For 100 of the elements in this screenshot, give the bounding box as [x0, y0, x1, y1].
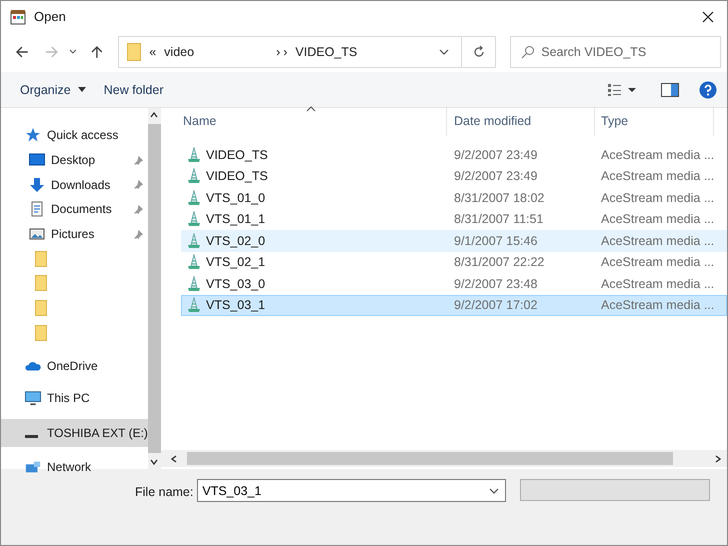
folder-icon: [127, 43, 142, 61]
table-cell-text: 9/2/2007 23:49: [453, 169, 538, 184]
sidebar-item[interactable]: This PC: [1, 386, 148, 411]
sidebar-item[interactable]: Pictures: [1, 222, 148, 246]
file-name: VTS_01_0: [206, 190, 266, 205]
file-row[interactable]: VTS_02_0 9/1/2007 15:46 AceStream media ...: [181, 230, 727, 252]
sidebar-label: Pictures: [51, 227, 94, 242]
table-cell-text: 9/2/2007 23:49: [453, 148, 538, 162]
table-cell-text: 8/31/2007 22:22: [453, 255, 546, 270]
chevron-down-icon[interactable]: [68, 48, 76, 56]
caret-icon: [78, 87, 86, 92]
view-options-icon[interactable]: [607, 82, 637, 96]
sidebar-label: Desktop: [51, 153, 96, 168]
table-cell-text: 8/31/2007 11:51: [453, 212, 544, 226]
table-cell-text: AceStream media ...: [600, 212, 715, 226]
traffic-cone-icon: [186, 232, 202, 249]
folder-icon: [35, 300, 47, 316]
breadcrumb[interactable]: ›: [276, 45, 280, 59]
chevron-up-icon[interactable]: [149, 110, 160, 120]
traffic-cone-icon: [186, 211, 202, 228]
file-row[interactable]: VTS_01_1 8/31/2007 11:51 AceStream media ...: [181, 208, 727, 230]
search-icon: [521, 45, 536, 59]
back-arrow-icon[interactable]: [15, 45, 29, 59]
scrollbar[interactable]: [148, 108, 161, 469]
sidebar-item[interactable]: Network: [1, 454, 148, 480]
chevron-down-icon[interactable]: [149, 457, 160, 467]
file-name-input[interactable]: VTS_03_1: [198, 482, 490, 498]
sidebar-item[interactable]: TOSHIBA EXT (E:): [1, 418, 148, 447]
table-cell-text: AceStream media ...: [600, 276, 715, 291]
drive-icon: [25, 435, 38, 438]
window-title: Open: [34, 9, 66, 24]
traffic-cone-icon: [186, 146, 202, 163]
sidebar-item[interactable]: Desktop: [1, 148, 148, 172]
scrollbar[interactable]: [161, 450, 727, 467]
breadcrumb[interactable]: video: [164, 45, 194, 59]
table-cell-text: AceStream media ...: [600, 190, 715, 205]
sidebar-label: Quick access: [47, 128, 118, 142]
file-row[interactable]: VIDEO_TS 9/2/2007 23:49 AceStream media ...: [181, 144, 727, 166]
search-input[interactable]: Search VIDEO_TS: [541, 45, 712, 59]
column-header[interactable]: Date modified: [446, 106, 594, 136]
monitor-icon: [25, 390, 41, 406]
column-header[interactable]: Name: [161, 106, 446, 136]
preview-pane-icon[interactable]: [661, 82, 679, 96]
file-name: VTS_02_0: [206, 234, 266, 248]
organize-button[interactable]: Organize: [11, 78, 95, 100]
sidebar-label: Network: [47, 460, 92, 474]
column-header[interactable]: Type: [594, 106, 714, 136]
file-row[interactable]: VTS_02_1 8/31/2007 22:22 AceStream media ...: [181, 252, 727, 273]
sidebar-item[interactable]: Downloads: [1, 172, 148, 198]
folder-icon: [35, 250, 47, 267]
sort-caret-icon: [306, 106, 316, 112]
search-box[interactable]: Search VIDEO_TS: [510, 36, 722, 68]
file-row[interactable]: VTS_03_0 9/2/2007 23:48 AceStream media ...: [181, 273, 727, 294]
address-bar[interactable]: « video › › VIDEO_TS: [118, 36, 496, 68]
chevron-down-icon[interactable]: [439, 47, 450, 57]
table-cell-text: AceStream media ...: [600, 234, 715, 248]
close-icon[interactable]: [702, 10, 714, 22]
download-arrow-icon: [29, 176, 45, 193]
file-row[interactable]: VIDEO_TS 9/2/2007 23:49 AceStream media ...: [181, 166, 727, 187]
traffic-cone-icon: [186, 254, 202, 270]
sidebar-label: Downloads: [51, 178, 110, 192]
sidebar-label: This PC: [47, 391, 90, 406]
sidebar-label: TOSHIBA EXT (E:): [47, 426, 148, 440]
breadcrumb[interactable]: VIDEO_TS: [295, 45, 358, 59]
table-cell-text: 8/31/2007 18:02: [453, 190, 546, 205]
sidebar-item[interactable]: Quick access: [1, 123, 148, 148]
folder-icon: [35, 275, 47, 292]
traffic-cone-icon: [186, 168, 202, 184]
file-name: VIDEO_TS: [206, 148, 268, 162]
sidebar-label: OneDrive: [47, 358, 98, 373]
chevron-down-icon[interactable]: [489, 486, 500, 496]
table-cell-text: AceStream media ...: [600, 255, 715, 270]
file-name: VIDEO_TS: [206, 169, 268, 184]
file-row[interactable]: VTS_01_0 8/31/2007 18:02 AceStream media ...: [181, 187, 727, 208]
file-name-label: File name:: [135, 485, 194, 499]
chevron-right-icon[interactable]: [713, 454, 723, 464]
sidebar-item[interactable]: Documents: [1, 197, 148, 222]
picture-icon: [29, 226, 45, 242]
star-icon: [25, 127, 41, 144]
up-arrow-icon[interactable]: [90, 45, 104, 59]
breadcrumb[interactable]: «: [149, 45, 156, 59]
breadcrumb[interactable]: ›: [283, 45, 288, 59]
file-name: VTS_03_0: [206, 276, 266, 291]
table-cell-text: AceStream media ...: [600, 169, 715, 184]
traffic-cone-icon: [186, 190, 202, 206]
table-cell-text: 9/1/2007 15:46: [453, 234, 538, 248]
traffic-cone-icon: [186, 297, 202, 314]
new-folder-button[interactable]: New folder: [94, 78, 172, 100]
file-name: VTS_01_1: [206, 212, 266, 226]
document-icon: [29, 201, 45, 218]
folder-icon: [35, 324, 47, 341]
chevron-left-icon[interactable]: [169, 454, 179, 464]
file-row[interactable]: VTS_03_1 9/2/2007 17:02 AceStream media ...: [181, 294, 727, 316]
help-icon[interactable]: [699, 80, 717, 98]
file-name: VTS_02_1: [206, 255, 266, 270]
file-name-combobox[interactable]: VTS_03_1: [197, 479, 506, 502]
traffic-cone-icon: [186, 276, 202, 292]
refresh-icon: [472, 45, 486, 59]
table-cell-text: AceStream media ...: [600, 148, 715, 162]
sidebar-item[interactable]: OneDrive: [1, 353, 148, 378]
